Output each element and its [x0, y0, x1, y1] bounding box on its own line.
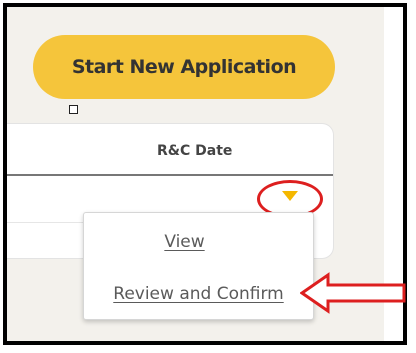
arrow-left-icon — [300, 272, 406, 314]
menu-item-review-and-confirm[interactable]: Review and Confirm — [84, 284, 313, 304]
row-actions-menu: View Review and Confirm — [83, 212, 314, 320]
caret-down-icon[interactable] — [282, 191, 298, 201]
select-checkbox[interactable] — [69, 105, 78, 114]
table-header-row: R&C Date — [7, 124, 333, 176]
start-new-application-button[interactable]: Start New Application — [33, 35, 335, 99]
menu-item-view[interactable]: View — [70, 232, 299, 252]
rc-date-column-header[interactable]: R&C Date — [157, 143, 232, 159]
